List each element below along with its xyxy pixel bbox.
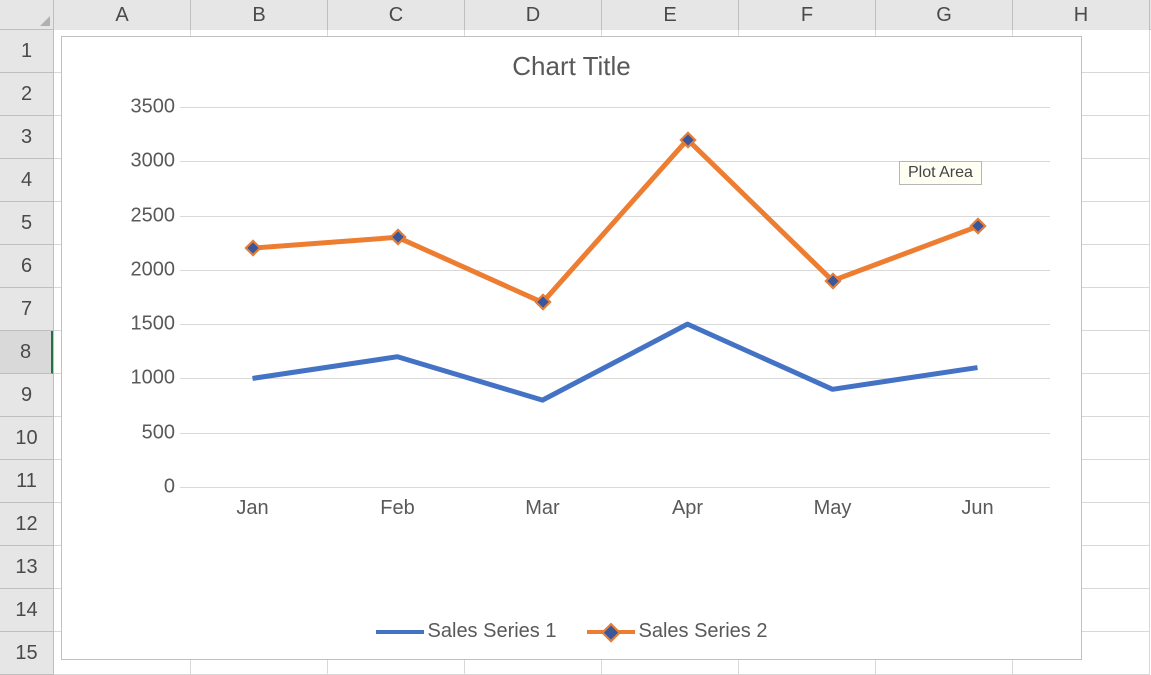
plot-area-tooltip: Plot Area [899,161,982,185]
x-tick-label: May [793,497,873,520]
gridline [180,378,1050,379]
select-all-corner[interactable] [0,0,54,30]
column-header-a[interactable]: A [54,0,191,30]
column-header-row: A B C D E F G H [0,0,1151,30]
column-header-h[interactable]: H [1013,0,1150,30]
column-header-d[interactable]: D [465,0,602,30]
gridline [180,324,1050,325]
chart-title[interactable]: Chart Title [62,51,1081,87]
y-tick-label: 3000 [80,150,175,173]
x-tick-label: Feb [358,497,438,520]
gridline [180,270,1050,271]
series-marker[interactable] [679,131,696,148]
row-header-9[interactable]: 9 [0,374,53,417]
legend-swatch-series-1 [376,630,424,634]
row-header-13[interactable]: 13 [0,546,53,589]
legend-item-series-1[interactable]: Sales Series 1 [376,620,557,643]
legend-label-series-2: Sales Series 2 [639,620,768,643]
row-header-5[interactable]: 5 [0,202,53,245]
y-tick-label: 2500 [80,204,175,227]
row-header-column: 123456789101112131415 [0,30,54,675]
series-marker[interactable] [389,229,406,246]
series-marker[interactable] [244,240,261,257]
y-tick-label: 500 [80,421,175,444]
legend-label-series-1: Sales Series 1 [428,620,557,643]
x-tick-label: Mar [503,497,583,520]
legend-item-series-2[interactable]: Sales Series 2 [587,620,768,643]
chart-legend[interactable]: Sales Series 1 Sales Series 2 [62,620,1081,643]
row-header-10[interactable]: 10 [0,417,53,460]
gridline [180,487,1050,488]
gridline [180,107,1050,108]
row-header-12[interactable]: 12 [0,503,53,546]
y-tick-label: 1000 [80,367,175,390]
series-line-1[interactable] [253,324,978,400]
y-tick-label: 1500 [80,313,175,336]
row-header-4[interactable]: 4 [0,159,53,202]
column-header-g[interactable]: G [876,0,1013,30]
y-tick-label: 3500 [80,96,175,119]
x-tick-label: Jun [938,497,1018,520]
y-tick-label: 2000 [80,258,175,281]
x-tick-label: Apr [648,497,728,520]
chart-object[interactable]: Chart Title 0 500 1000 1500 2000 2500 3000 3500… [61,36,1082,660]
y-tick-label: 0 [80,476,175,499]
row-header-3[interactable]: 3 [0,116,53,159]
x-tick-label: Jan [213,497,293,520]
column-header-b[interactable]: B [191,0,328,30]
column-header-f[interactable]: F [739,0,876,30]
spreadsheet: A B C D E F G H 123456789101112131415 Ch… [0,0,1151,675]
series-marker[interactable] [969,218,986,235]
row-header-15[interactable]: 15 [0,632,53,675]
gridline [180,433,1050,434]
series-marker[interactable] [534,294,551,311]
row-header-11[interactable]: 11 [0,460,53,503]
x-axis: Jan Feb Mar Apr May Jun [180,497,1050,531]
row-header-8[interactable]: 8 [0,331,53,374]
row-header-6[interactable]: 6 [0,245,53,288]
row-header-1[interactable]: 1 [0,30,53,73]
series-marker[interactable] [824,272,841,289]
legend-swatch-series-2 [587,630,635,634]
gridline [180,216,1050,217]
series-line-2[interactable] [253,140,978,303]
row-header-2[interactable]: 2 [0,73,53,116]
row-header-7[interactable]: 7 [0,288,53,331]
column-header-c[interactable]: C [328,0,465,30]
column-header-e[interactable]: E [602,0,739,30]
row-header-14[interactable]: 14 [0,589,53,632]
